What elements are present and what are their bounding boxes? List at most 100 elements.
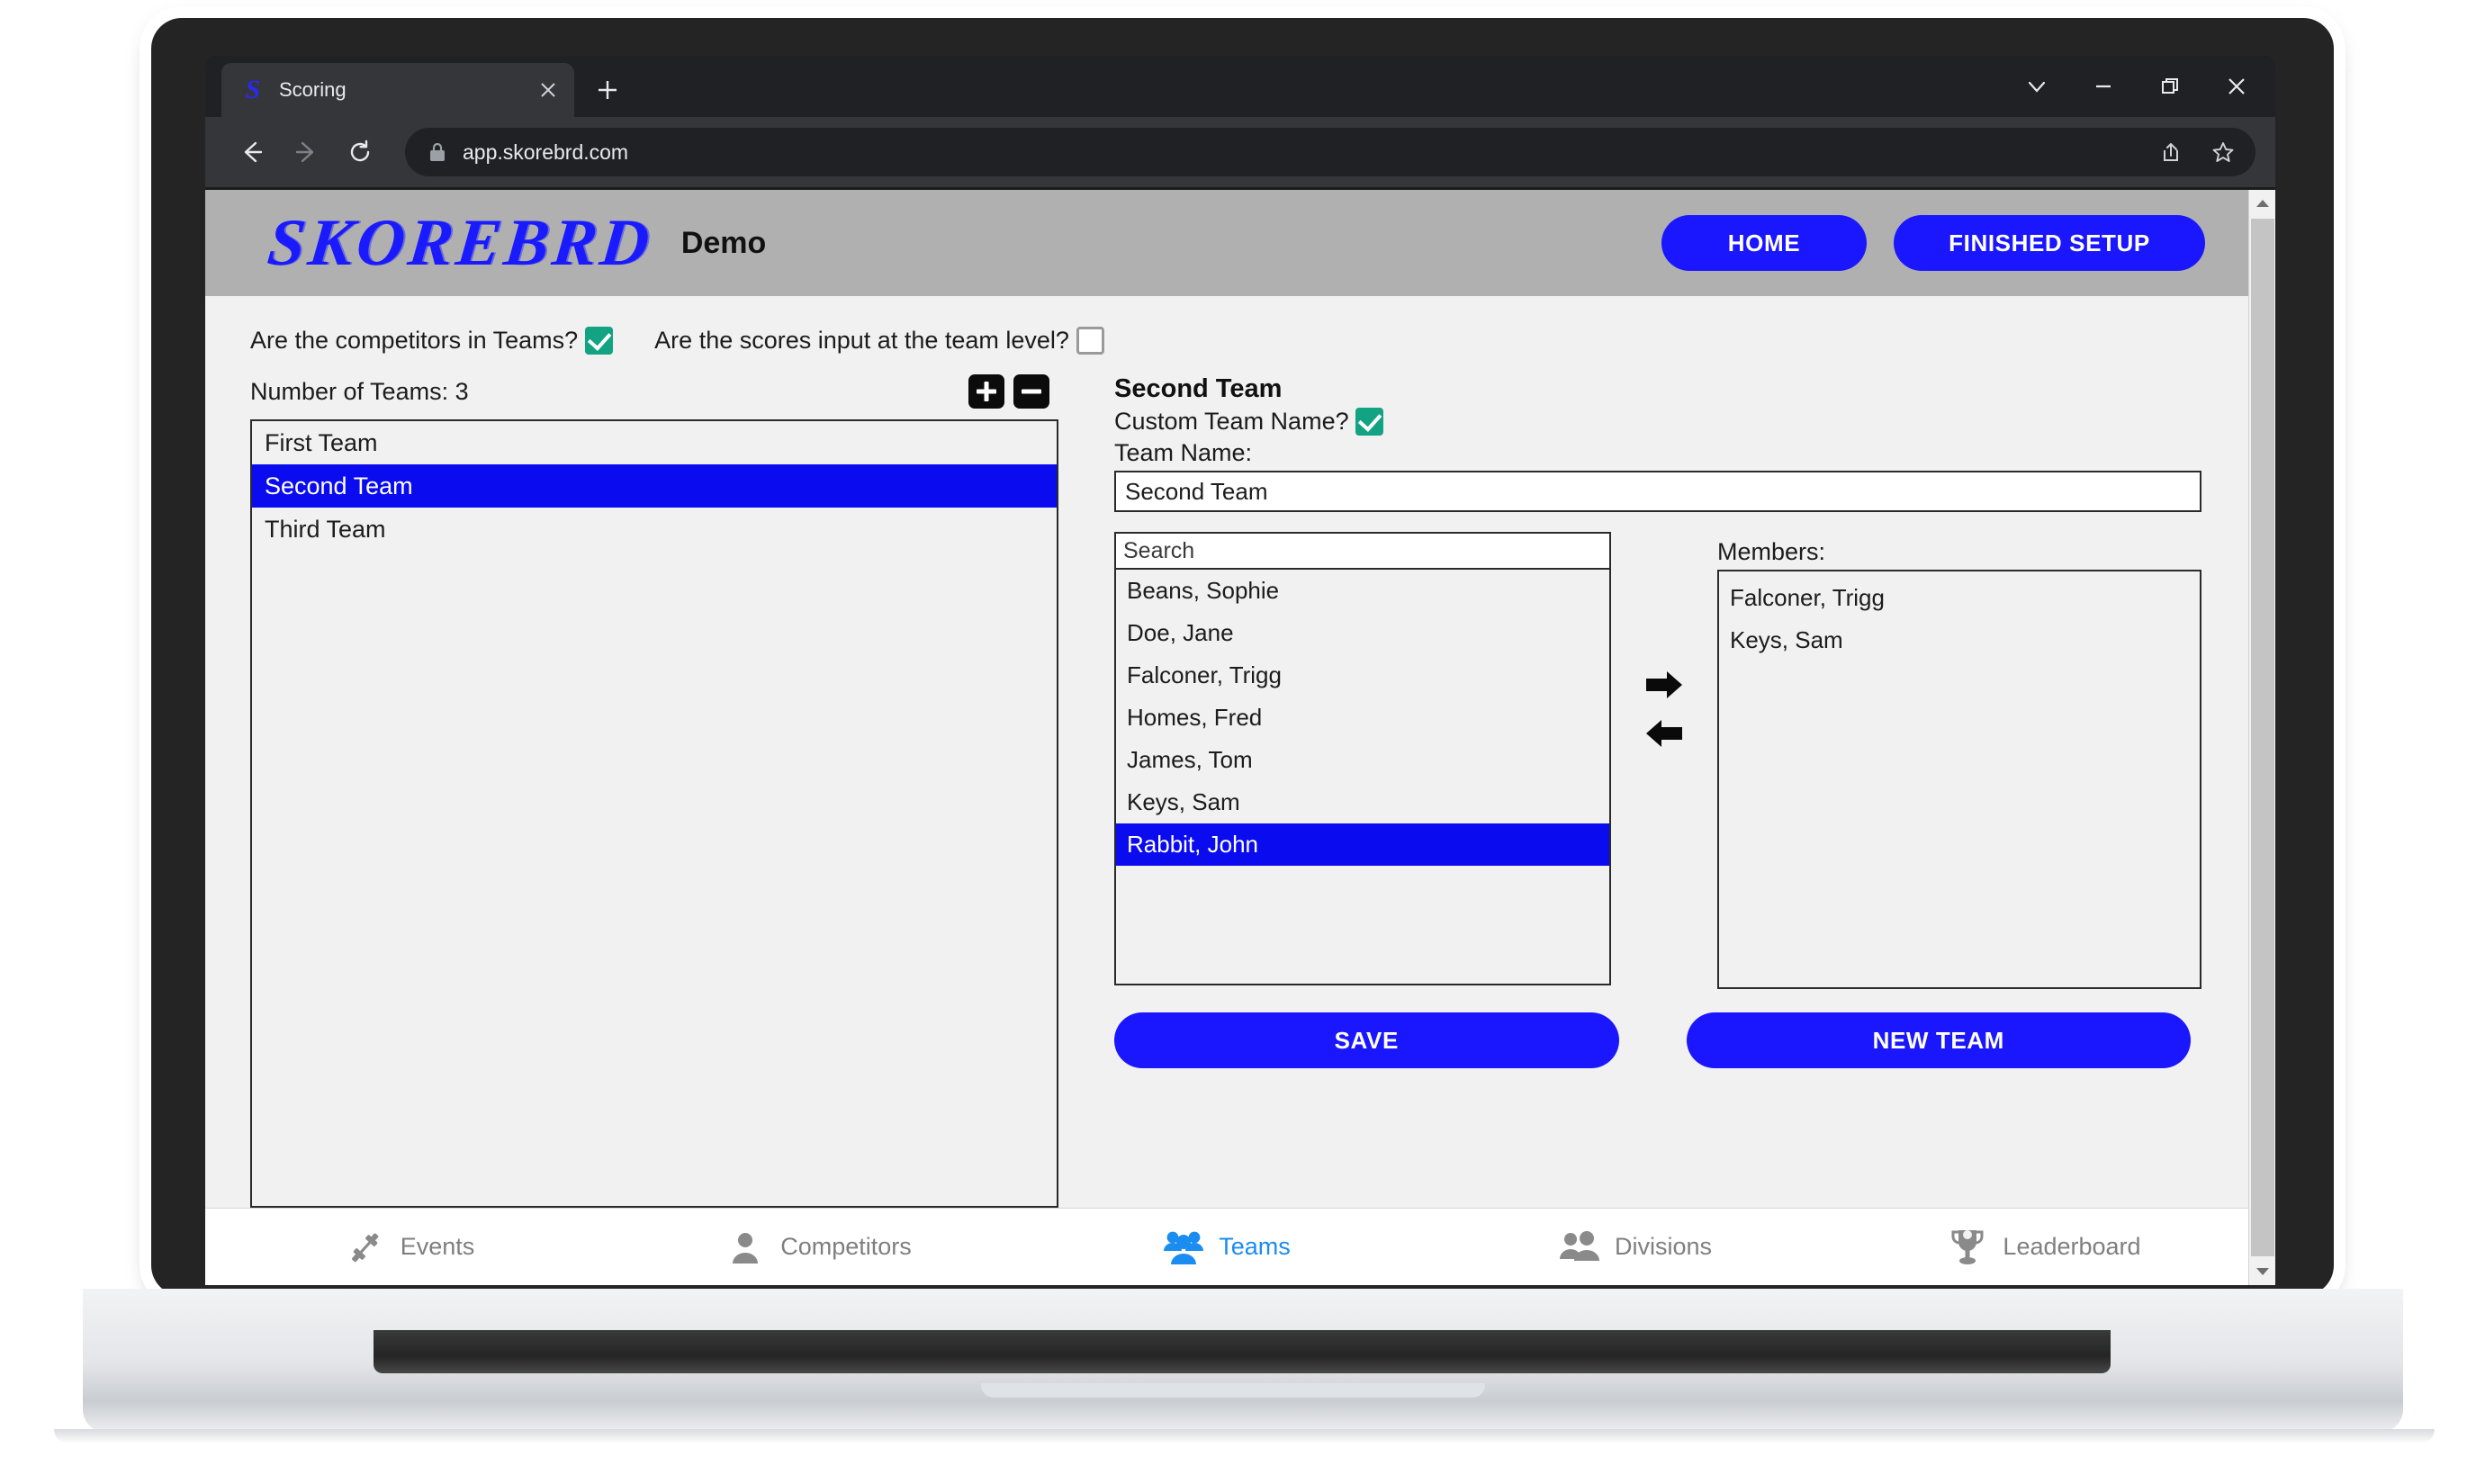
arrow-left-glyph (1646, 720, 1682, 747)
scores-question-group: Are the scores input at the team level? (654, 327, 1104, 355)
competitor-search-column: Beans, Sophie Doe, Jane Falconer, Trigg … (1114, 532, 1611, 985)
arrow-left-icon[interactable] (1643, 715, 1686, 751)
teams-question-checkbox[interactable] (585, 327, 614, 355)
tab-title: Scoring (279, 78, 347, 101)
list-item[interactable]: Falconer, Trigg (1719, 577, 2200, 619)
team-name-input[interactable] (1114, 471, 2201, 512)
reload-icon[interactable] (333, 125, 387, 179)
window-controls (2007, 63, 2266, 110)
nav-item-competitors[interactable]: Competitors (614, 1227, 1022, 1268)
trophy-glyph (1951, 1229, 1984, 1264)
arrow-right-glyph (1646, 671, 1682, 698)
bookmark-star-icon[interactable] (2200, 131, 2246, 173)
home-button[interactable]: HOME (1661, 215, 1867, 271)
share-icon[interactable] (2147, 131, 2194, 173)
app-subtitle: Demo (680, 225, 767, 260)
reload-glyph (350, 139, 370, 162)
tab-favicon-icon: S (245, 75, 261, 104)
page-scrollbar[interactable] (2248, 190, 2275, 1285)
members-listbox[interactable]: Falconer, Trigg Keys, Sam (1717, 570, 2201, 989)
tab-close-icon[interactable] (535, 76, 562, 103)
tab-search-chevron-down-icon[interactable] (2007, 63, 2066, 110)
nav-item-label: Competitors (780, 1233, 912, 1260)
add-team-button[interactable] (968, 374, 1004, 409)
new-team-button[interactable]: NEW TEAM (1686, 1012, 2191, 1068)
list-item[interactable]: Homes, Fred (1116, 697, 1609, 739)
omnibox-actions (2147, 131, 2246, 173)
nav-item-divisions[interactable]: Divisions (1431, 1227, 1840, 1268)
search-input[interactable] (1114, 532, 1611, 570)
two-people-icon (1559, 1227, 1600, 1268)
list-item[interactable]: Falconer, Trigg (1116, 654, 1609, 697)
teams-count-row: Number of Teams: 3 (250, 374, 1058, 409)
chevron-down-glyph (2028, 81, 2046, 93)
window-minimize-icon[interactable] (2074, 63, 2133, 110)
teams-question-group: Are the competitors in Teams? (250, 327, 614, 355)
team-detail-panel: Second Team Custom Team Name? Team Name: (1058, 374, 2212, 1208)
address-bar[interactable]: app.skorebrd.com (405, 128, 2255, 176)
team-name-label: Team Name: (1114, 439, 1253, 466)
laptop-keyboard (374, 1330, 2111, 1373)
url-text: app.skorebrd.com (463, 139, 629, 164)
teams-question-label: Are the competitors in Teams? (250, 327, 579, 354)
caret-up-glyph (2255, 200, 2269, 207)
plus-icon (599, 81, 617, 99)
finished-setup-button[interactable]: FINISHED SETUP (1894, 215, 2205, 271)
list-item[interactable]: Keys, Sam (1719, 619, 2200, 661)
nav-item-label: Events (400, 1233, 475, 1260)
star-glyph (2212, 142, 2234, 162)
scroll-down-arrow-icon[interactable] (2248, 1258, 2275, 1285)
list-item[interactable]: Second Team (252, 464, 1057, 508)
list-item[interactable]: Beans, Sophie (1116, 570, 1609, 612)
nav-item-events[interactable]: Events (205, 1227, 614, 1268)
laptop-shadow (54, 1429, 2435, 1444)
action-row: SAVE NEW TEAM (1114, 1012, 2201, 1068)
nav-item-teams[interactable]: Teams (1022, 1227, 1431, 1268)
list-item[interactable]: Third Team (252, 508, 1057, 551)
window-close-icon[interactable] (2207, 63, 2266, 110)
trophy-icon (1947, 1227, 1988, 1268)
bottom-navigation: Events Competitors Teams Divisions Leade… (205, 1208, 2248, 1285)
options-row: Are the competitors in Teams? Are the sc… (232, 327, 2212, 355)
browser-tab-strip: S Scoring (205, 56, 2275, 117)
new-tab-button[interactable] (583, 66, 632, 114)
main-columns: Number of Teams: 3 First Team Second Tea… (232, 374, 2212, 1208)
share-glyph (2164, 143, 2178, 161)
two-people-glyph (1559, 1230, 1599, 1261)
teams-count-label: Number of Teams: 3 (250, 377, 469, 405)
list-item[interactable]: Doe, Jane (1116, 612, 1609, 654)
competitors-listbox[interactable]: Beans, Sophie Doe, Jane Falconer, Trigg … (1114, 570, 1611, 985)
team-count-buttons (968, 374, 1058, 409)
arrow-right-icon[interactable] (1643, 667, 1686, 703)
dumbbell-glyph (351, 1232, 379, 1262)
transfer-buttons (1611, 532, 1717, 751)
forward-arrow-icon[interactable] (279, 125, 333, 179)
person-glyph (733, 1232, 759, 1264)
list-item[interactable]: Rabbit, John (1116, 823, 1609, 866)
scores-question-checkbox[interactable] (1076, 327, 1104, 355)
browser-window: S Scoring app.skorebrd.com SKOREBRD Demo… (205, 56, 2275, 1285)
back-arrow-icon[interactable] (225, 125, 279, 179)
teams-listbox[interactable]: First Team Second Team Third Team (250, 419, 1058, 1208)
nav-item-label: Leaderboard (2003, 1233, 2141, 1260)
members-label: Members: (1717, 538, 1826, 565)
page-viewport: SKOREBRD Demo HOME FINISHED SETUP Are th… (205, 187, 2275, 1285)
remove-team-button[interactable] (1013, 374, 1049, 409)
list-item[interactable]: First Team (252, 421, 1057, 464)
list-item[interactable]: James, Tom (1116, 739, 1609, 781)
scroll-up-arrow-icon[interactable] (2248, 190, 2275, 217)
app-logo: SKOREBRD (264, 205, 657, 280)
team-detail-title: Second Team (1114, 374, 1283, 403)
custom-name-checkbox[interactable] (1355, 408, 1383, 436)
nav-item-leaderboard[interactable]: Leaderboard (1840, 1227, 2248, 1268)
list-item[interactable]: Keys, Sam (1116, 781, 1609, 823)
window-restore-icon[interactable] (2140, 63, 2200, 110)
scores-question-label: Are the scores input at the team level? (654, 327, 1069, 354)
scrollbar-thumb[interactable] (2250, 219, 2274, 1256)
nav-item-label: Divisions (1614, 1233, 1713, 1260)
save-button[interactable]: SAVE (1114, 1012, 1619, 1068)
browser-tab[interactable]: S Scoring (221, 63, 574, 117)
person-icon (725, 1227, 766, 1268)
people-group-glyph (1164, 1231, 1204, 1264)
dumbbell-icon (345, 1227, 386, 1268)
